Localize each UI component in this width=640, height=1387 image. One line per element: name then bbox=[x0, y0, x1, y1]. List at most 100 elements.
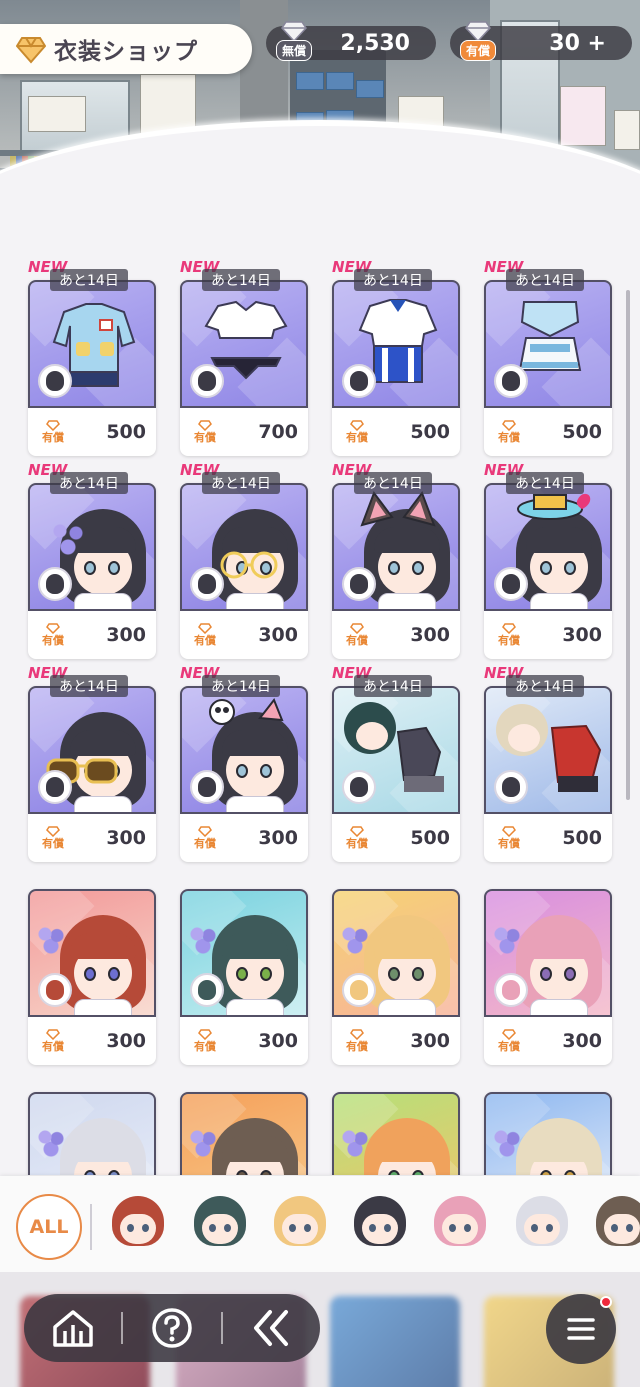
price-row: 有償 500 bbox=[28, 408, 156, 456]
shop-item-card[interactable]: 有償 300 NEW あと14日 bbox=[484, 461, 612, 659]
character-avatar-icon bbox=[38, 973, 72, 1007]
paid-crystal-icon bbox=[198, 1029, 212, 1040]
item-artwork bbox=[180, 1092, 308, 1175]
days-remaining-badge: あと14日 bbox=[50, 269, 128, 291]
item-artwork bbox=[180, 280, 308, 408]
nav-pill bbox=[24, 1294, 320, 1362]
days-remaining-badge: あと14日 bbox=[50, 675, 128, 697]
shop-item-card[interactable]: 有償 300 bbox=[484, 889, 612, 1065]
paid-crystal-icon bbox=[502, 420, 516, 431]
shop-item-card[interactable]: 有償 500 NEW あと14日 bbox=[484, 258, 612, 456]
shop-item-card[interactable] bbox=[484, 1092, 612, 1175]
paid-crystal-icon bbox=[350, 1029, 364, 1040]
shop-item-card[interactable]: 有償 500 NEW あと14日 bbox=[332, 258, 460, 456]
black-hair-character-icon[interactable] bbox=[350, 1196, 410, 1254]
home-button[interactable] bbox=[24, 1294, 121, 1362]
red-hair-character-icon[interactable] bbox=[108, 1196, 168, 1254]
paid-label: 有償 bbox=[498, 837, 520, 850]
paid-crystal-icon bbox=[46, 623, 60, 634]
character-avatar-icon bbox=[38, 770, 72, 804]
item-price: 500 bbox=[562, 421, 602, 443]
character-avatar-icon bbox=[38, 364, 72, 398]
paid-crystal-icon bbox=[198, 826, 212, 837]
shop-item-card[interactable]: 有償 300 NEW あと14日 bbox=[332, 461, 460, 659]
flower-hair-ornament-icon bbox=[36, 925, 66, 955]
shop-item-card[interactable]: 有償 300 bbox=[332, 889, 460, 1065]
item-artwork bbox=[180, 889, 308, 1017]
item-artwork bbox=[484, 889, 612, 1017]
paid-label: 有償 bbox=[42, 634, 64, 647]
shop-item-card[interactable]: 有償 300 NEW あと14日 bbox=[28, 461, 156, 659]
character-avatar-icon bbox=[342, 364, 376, 398]
item-price: 300 bbox=[106, 624, 146, 646]
price-row: 有償 300 bbox=[332, 1017, 460, 1065]
shop-item-card[interactable]: 有償 300 NEW あと14日 bbox=[28, 664, 156, 862]
paid-label: 有償 bbox=[194, 634, 216, 647]
shop-item-card[interactable]: 有償 500 NEW あと14日 bbox=[28, 258, 156, 456]
grid-scrollbar[interactable] bbox=[626, 290, 630, 800]
shop-item-card[interactable]: 有償 300 bbox=[180, 889, 308, 1065]
paid-label: 有償 bbox=[194, 431, 216, 444]
item-price: 300 bbox=[410, 624, 450, 646]
price-row: 有償 500 bbox=[332, 408, 460, 456]
item-artwork bbox=[28, 686, 156, 814]
free-crystal-icon bbox=[281, 21, 307, 42]
item-artwork bbox=[484, 686, 612, 814]
days-remaining-badge: あと14日 bbox=[506, 675, 584, 697]
filter-all-button[interactable]: ALL bbox=[16, 1194, 82, 1260]
flower-hair-orange-icon bbox=[364, 1118, 450, 1175]
paid-currency-display[interactable]: 有償 30 + bbox=[450, 21, 632, 61]
paid-crystal-icon bbox=[350, 826, 364, 837]
back-icon bbox=[254, 1310, 289, 1346]
shop-item-card[interactable]: 有償 300 NEW あと14日 bbox=[180, 461, 308, 659]
paid-label: 有償 bbox=[42, 431, 64, 444]
item-artwork bbox=[484, 483, 612, 611]
paid-crystal-icon bbox=[46, 1029, 60, 1040]
shop-item-card[interactable] bbox=[180, 1092, 308, 1175]
free-currency-display: 無償 2,530 bbox=[266, 21, 436, 61]
character-avatar-icon bbox=[494, 770, 528, 804]
flower-hair-ornament-icon bbox=[492, 925, 522, 955]
shop-item-card[interactable] bbox=[28, 1092, 156, 1175]
flower-hair-cream-icon bbox=[516, 1118, 602, 1175]
back-button[interactable] bbox=[223, 1294, 320, 1362]
free-currency-tag: 無償 bbox=[275, 40, 312, 61]
teal-hair-character-icon[interactable] bbox=[190, 1196, 250, 1254]
days-remaining-badge: あと14日 bbox=[506, 472, 584, 494]
help-button[interactable] bbox=[123, 1294, 220, 1362]
character-avatar-icon bbox=[342, 973, 376, 1007]
item-artwork bbox=[332, 280, 460, 408]
shop-title-bar: 衣装ショップ bbox=[0, 24, 252, 74]
pink-hair-character-icon[interactable] bbox=[430, 1196, 490, 1254]
price-row: 有償 300 bbox=[28, 611, 156, 659]
paid-currency-value: 30 + bbox=[549, 30, 606, 56]
paid-label: 有償 bbox=[194, 837, 216, 850]
days-remaining-badge: あと14日 bbox=[354, 269, 432, 291]
item-artwork bbox=[332, 1092, 460, 1175]
item-price: 300 bbox=[258, 1030, 298, 1052]
price-row: 有償 300 bbox=[28, 1017, 156, 1065]
price-row: 有償 300 bbox=[28, 814, 156, 862]
flower-hair-brown-icon bbox=[212, 1118, 298, 1175]
character-avatar-icon bbox=[342, 567, 376, 601]
shop-item-card[interactable]: 有償 300 NEW あと14日 bbox=[180, 664, 308, 862]
shop-item-card[interactable]: 有償 700 NEW あと14日 bbox=[180, 258, 308, 456]
paid-crystal-icon bbox=[350, 420, 364, 431]
shop-item-card[interactable]: 有償 500 NEW あと14日 bbox=[332, 664, 460, 862]
page-title: 衣装ショップ bbox=[54, 39, 198, 65]
flower-hair-silver-icon bbox=[60, 1118, 146, 1175]
price-row: 有償 500 bbox=[484, 814, 612, 862]
silver-hair-character-icon[interactable] bbox=[512, 1196, 572, 1254]
brown-hair-character-icon[interactable] bbox=[592, 1196, 640, 1254]
character-avatar-icon bbox=[190, 770, 224, 804]
blonde-hair-character-icon[interactable] bbox=[270, 1196, 330, 1254]
costume-shop-icon bbox=[16, 37, 46, 64]
flower-hair-ornament-icon bbox=[340, 1128, 370, 1158]
shop-item-card[interactable] bbox=[332, 1092, 460, 1175]
price-row: 有償 300 bbox=[484, 611, 612, 659]
shop-item-card[interactable]: 有償 500 NEW あと14日 bbox=[484, 664, 612, 862]
days-remaining-badge: あと14日 bbox=[202, 472, 280, 494]
paid-crystal-icon bbox=[502, 623, 516, 634]
shop-item-card[interactable]: 有償 300 bbox=[28, 889, 156, 1065]
help-icon bbox=[152, 1308, 192, 1348]
